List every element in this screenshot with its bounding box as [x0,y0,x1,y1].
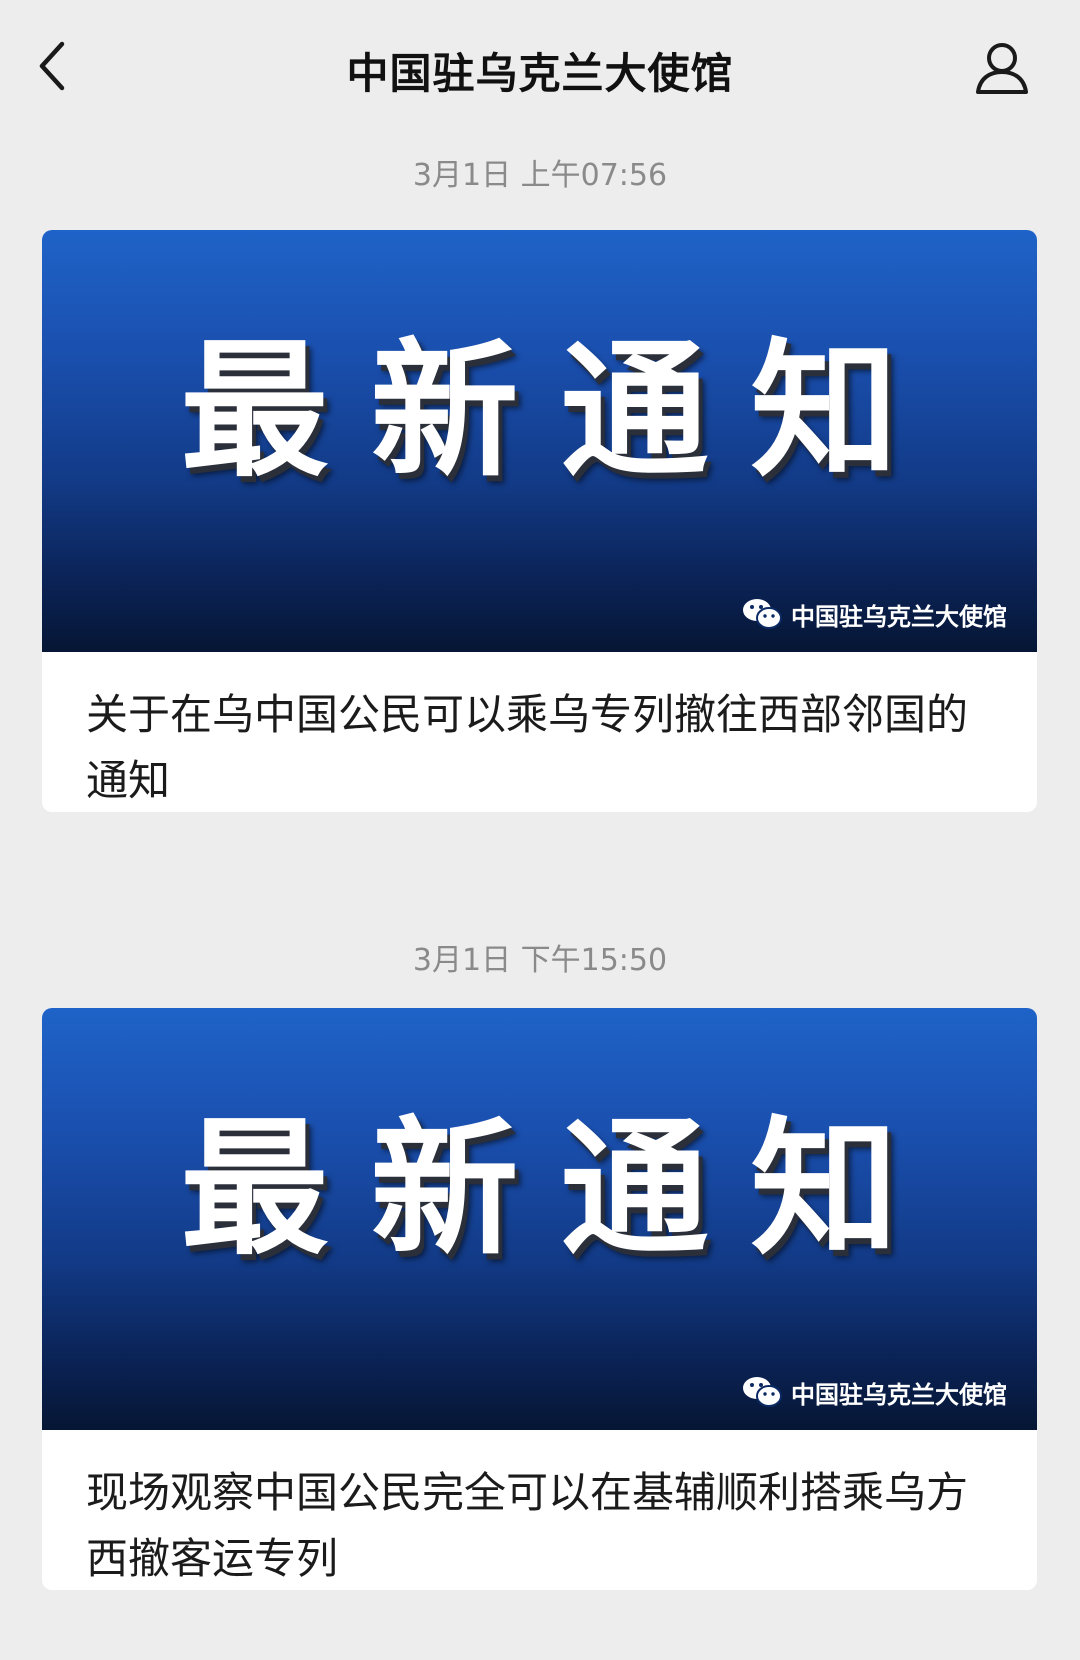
chevron-left-icon [39,41,65,91]
article-cover-image: 最新通知 中国驻乌克兰大使馆 [42,1008,1037,1430]
cover-headline: 最新通知 [180,1103,941,1275]
watermark-label: 中国驻乌克兰大使馆 [791,1380,1007,1409]
person-icon [976,43,1028,94]
top-bar: 中国驻乌克兰大使馆 [0,0,1080,140]
back-button[interactable] [30,36,80,96]
wechat-icon [743,1377,782,1407]
wechat-icon [743,599,782,629]
cover-headline: 最新通知 [180,325,941,497]
article-card[interactable]: 最新通知 中国驻乌克兰大使馆 现场观察中国公民完全可以在基辅顺利搭乘乌方西撤客运… [42,1008,1037,1590]
watermark-label: 中国驻乌克兰大使馆 [791,602,1007,631]
article-card[interactable]: 最新通知 中国驻乌克兰大使馆 关于在乌中国公民可以乘乌专列撤往西部邻国的通知 [42,230,1037,812]
message-timestamp: 3月1日 下午15:50 [412,943,668,978]
article-title: 现场观察中国公民完全可以在基辅顺利搭乘乌方西撤客运专列 [86,1468,969,1583]
page-title: 中国驻乌克兰大使馆 [346,49,734,98]
cover-watermark: 中国驻乌克兰大使馆 [741,594,1007,634]
cover-watermark: 中国驻乌克兰大使馆 [741,1372,1007,1412]
message-timestamp: 3月1日 上午07:56 [412,158,668,193]
article-title: 关于在乌中国公民可以乘乌专列撤往西部邻国的通知 [86,690,969,805]
article-cover-image: 最新通知 中国驻乌克兰大使馆 [42,230,1037,652]
profile-button[interactable] [970,38,1034,98]
